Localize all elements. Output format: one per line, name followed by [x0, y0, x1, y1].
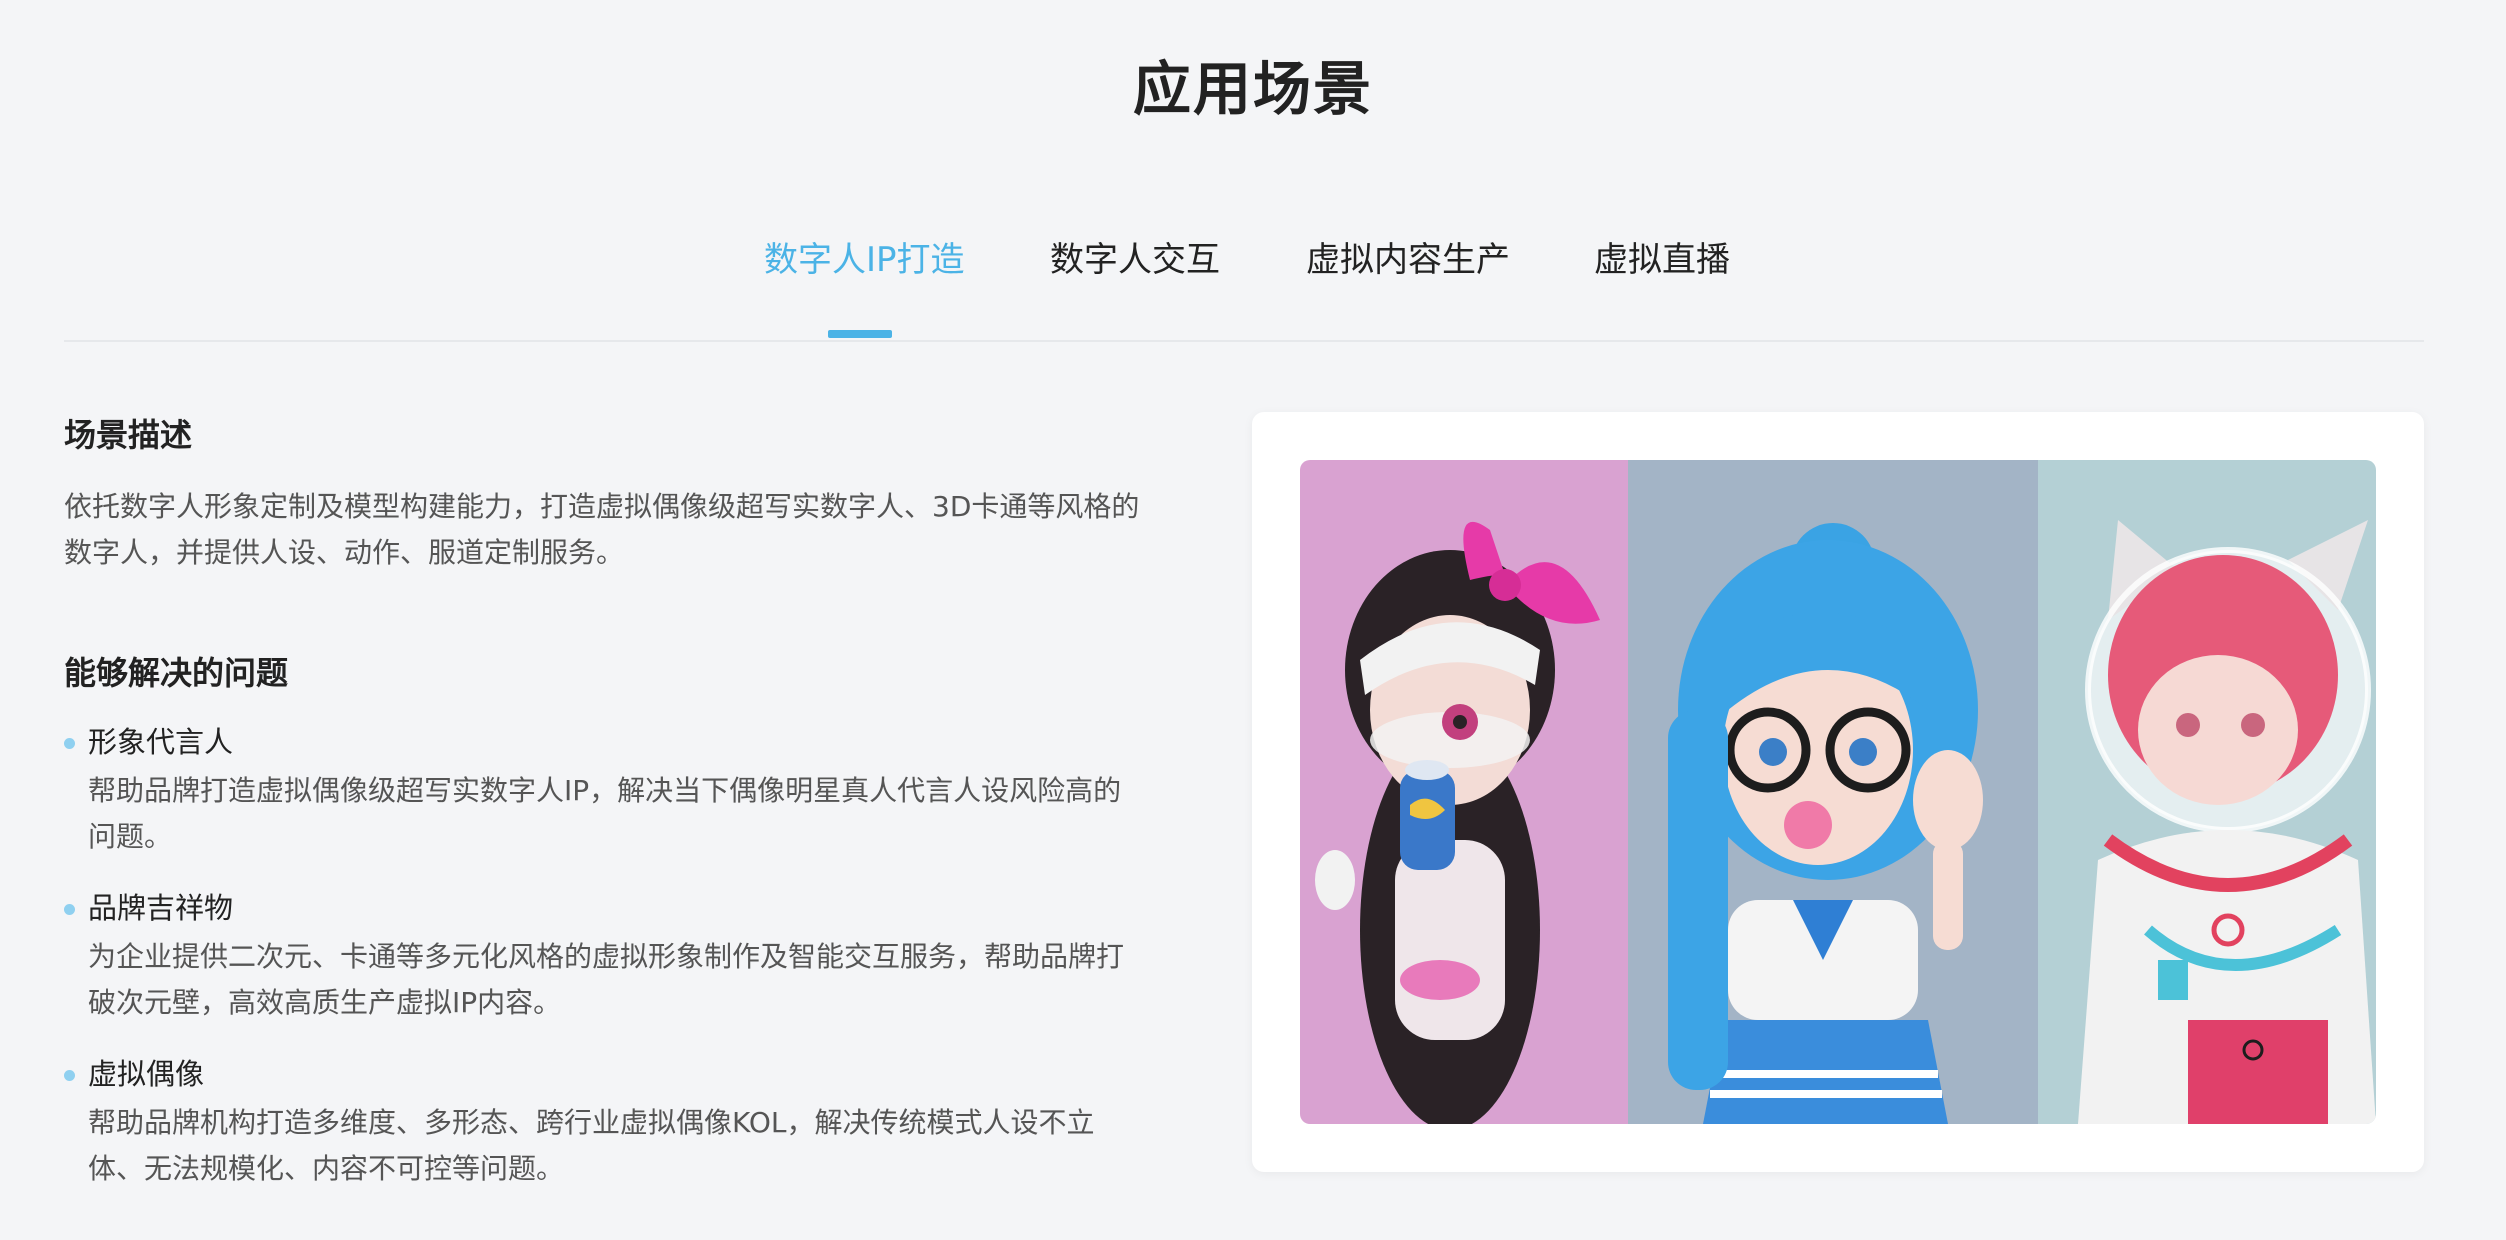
- tab-digital-human-interaction[interactable]: 数字人交互: [1050, 232, 1220, 281]
- list-item: 品牌吉祥物 为企业提供二次元、卡通等多元化风格的虚拟形象制作及智能交互服务，帮助…: [64, 888, 1164, 1026]
- tab-bar: 数字人IP打造 数字人交互 虚拟内容生产 虚拟直播: [64, 232, 2424, 342]
- page-title: 应用场景: [1132, 55, 1373, 123]
- character-panel-3: [2038, 460, 2376, 1124]
- problem-text: 为企业提供二次元、卡通等多元化风格的虚拟形象制作及智能交互服务，帮助品牌打 破次…: [88, 940, 1125, 1019]
- tab-digital-human-ip[interactable]: 数字人IP打造: [764, 232, 965, 281]
- tab-virtual-live[interactable]: 虚拟直播: [1594, 232, 1730, 281]
- digital-human-characters-image: [1300, 460, 2376, 1124]
- scene-image-card: [1252, 412, 2424, 1172]
- list-item: 虚拟偶像 帮助品牌机构打造多维度、多形态、跨行业虚拟偶像KOL，解决传统模式人设…: [64, 1054, 1164, 1192]
- bullet-dot-icon: [64, 904, 75, 915]
- page: 应用场景 数字人IP打造 数字人交互 虚拟内容生产 虚拟直播 场景描述 依托数字…: [0, 0, 2506, 1240]
- list-item: 形象代言人 帮助品牌打造虚拟偶像级超写实数字人IP，解决当下偶像明星真人代言人设…: [64, 722, 1164, 860]
- bullet-dot-icon: [64, 738, 75, 749]
- active-tab-indicator: [828, 330, 892, 338]
- problem-text: 帮助品牌机构打造多维度、多形态、跨行业虚拟偶像KOL，解决传统模式人设不立 体、…: [88, 1106, 1095, 1185]
- problem-title: 形象代言人: [88, 725, 234, 759]
- scene-content: 场景描述 依托数字人形象定制及模型构建能力，打造虚拟偶像级超写实数字人、3D卡通…: [64, 410, 1164, 1220]
- problems-list: 形象代言人 帮助品牌打造虚拟偶像级超写实数字人IP，解决当下偶像明星真人代言人设…: [64, 722, 1164, 1192]
- problem-title: 虚拟偶像: [88, 1057, 205, 1091]
- tab-virtual-content-production[interactable]: 虚拟内容生产: [1306, 232, 1510, 281]
- scene-description-heading: 场景描述: [64, 416, 193, 454]
- scene-description-text: 依托数字人形象定制及模型构建能力，打造虚拟偶像级超写实数字人、3D卡通等风格的 …: [64, 490, 1140, 569]
- problem-title: 品牌吉祥物: [88, 891, 234, 925]
- problem-text: 帮助品牌打造虚拟偶像级超写实数字人IP，解决当下偶像明星真人代言人设风险高的 问…: [88, 774, 1122, 853]
- character-panel-1: [1300, 460, 1628, 1124]
- problems-heading: 能够解决的问题: [64, 654, 289, 692]
- bullet-dot-icon: [64, 1070, 75, 1081]
- character-panel-2: [1628, 460, 2038, 1124]
